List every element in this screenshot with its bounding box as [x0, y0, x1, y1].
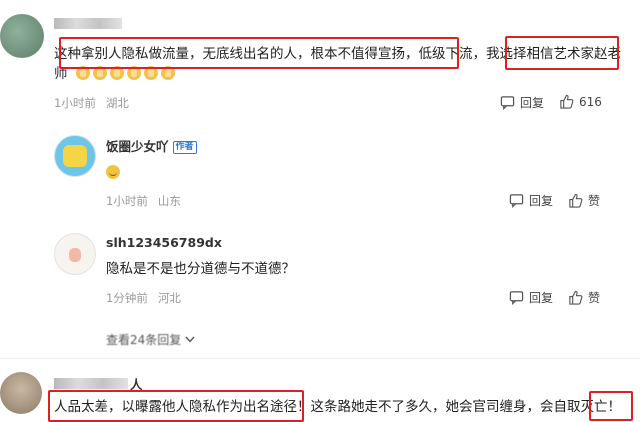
- reply-avatar[interactable]: [54, 233, 96, 275]
- chat-bubble-icon: [509, 194, 524, 208]
- reply-text: 隐私是不是也分道德与不道德？: [106, 261, 295, 277]
- like-count: 616: [579, 94, 602, 109]
- reply-button[interactable]: 回复: [509, 192, 553, 209]
- highlight-box-1: [59, 37, 459, 69]
- comment-location: 湖北: [105, 96, 129, 110]
- like-button[interactable]: 赞: [568, 289, 600, 306]
- like-button[interactable]: 616: [559, 94, 602, 109]
- chat-bubble-icon: [500, 96, 515, 110]
- highlight-box-3: [48, 390, 304, 422]
- reply-username[interactable]: slh123456789dx: [106, 235, 222, 250]
- reply-meta: 1小时前 山东: [106, 194, 181, 208]
- smile-emoji-icon: [106, 165, 120, 179]
- reply-emoji: [106, 164, 120, 183]
- reply-meta: 1分钟前 河北: [106, 291, 181, 305]
- divider: [0, 358, 640, 359]
- commenter-avatar[interactable]: [0, 14, 44, 58]
- reply-username[interactable]: 饭圈少女吖 作者: [106, 136, 197, 155]
- highlight-box-4: [589, 391, 633, 421]
- reply-button[interactable]: 回复: [509, 289, 553, 306]
- chevron-down-icon: [185, 336, 195, 343]
- thumbs-up-icon: [569, 193, 583, 208]
- thumbs-up-icon: [569, 290, 583, 305]
- reply-button[interactable]: 回复: [500, 94, 544, 111]
- author-badge: 作者: [172, 141, 197, 154]
- thumbs-up-icon: [560, 94, 574, 109]
- commenter-avatar[interactable]: [0, 372, 42, 414]
- more-replies-link[interactable]: 查看24条回复: [106, 331, 195, 348]
- like-button[interactable]: 赞: [568, 192, 600, 209]
- highlight-box-2: [505, 36, 619, 70]
- reply-avatar[interactable]: [54, 135, 96, 177]
- chat-bubble-icon: [509, 291, 524, 305]
- commenter-name-blurred[interactable]: [54, 18, 122, 29]
- comment-meta: 1小时前 湖北: [54, 95, 139, 111]
- comment-time: 1小时前: [54, 96, 96, 110]
